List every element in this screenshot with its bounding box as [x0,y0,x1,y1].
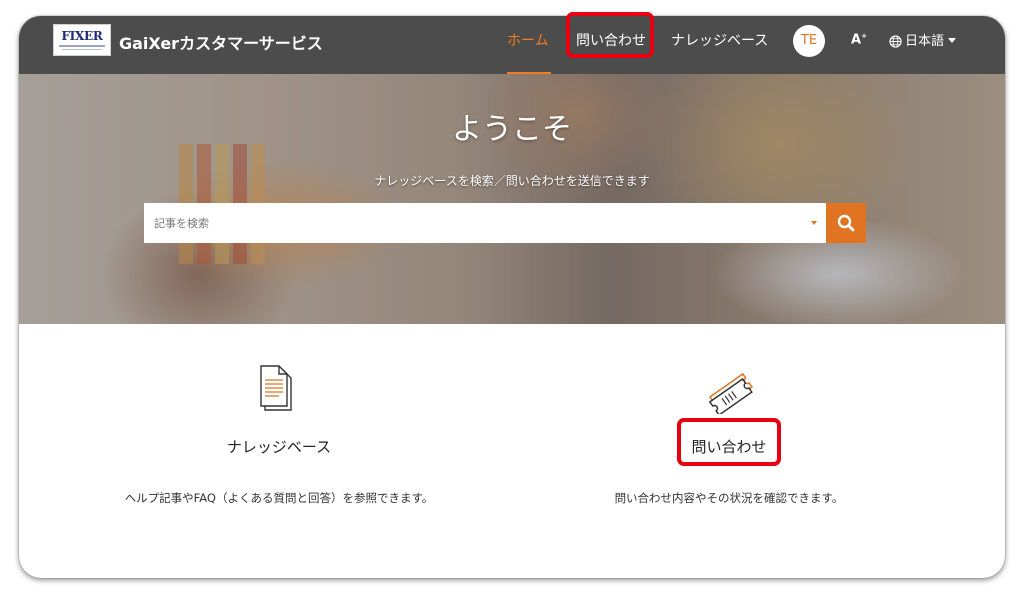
nav-active-indicator [507,72,551,74]
ticket-icon [708,372,754,414]
globe-icon [889,35,902,48]
contact-card-description: 問い合わせ内容やその状況を確認できます。 [614,491,844,505]
hero-title: ようこそ [452,112,572,147]
logo-tagline-line [59,45,105,47]
chevron-down-icon [948,38,957,43]
knowledge-base-card-description: ヘルプ記事やFAQ（よくある質問と回答）を参照できます。 [124,491,434,505]
fixer-logo[interactable]: FIXER [53,24,111,56]
top-navbar: FIXER GaiXerカスタマーサービス ホーム 問い合わせ ナレッジベース … [19,16,1005,74]
logo-text: FIXER [61,29,103,43]
hero-subtitle: ナレッジベースを検索／問い合わせを送信できます [374,174,650,188]
highlight-box-contact-title [677,418,781,466]
hero-banner: ようこそ ナレッジベースを検索／問い合わせを送信できます [19,74,1005,324]
search-filter-dropdown-icon[interactable] [811,221,817,225]
search-input[interactable] [144,203,826,243]
logo-tagline-line [62,49,102,50]
document-icon [260,365,292,411]
user-avatar[interactable]: TE [793,25,825,57]
search-button[interactable] [826,203,866,243]
search-icon [837,214,855,232]
language-label: 日本語 [905,34,945,49]
nav-knowledge-base[interactable]: ナレッジベース [671,30,768,50]
knowledge-base-card-title[interactable]: ナレッジベース [89,436,469,457]
language-selector[interactable]: 日本語 [889,30,957,49]
nav-home[interactable]: ホーム [507,30,549,50]
site-brand-title[interactable]: GaiXerカスタマーサービス [119,30,323,54]
text-size-button[interactable]: A+ [851,32,867,47]
text-size-plus: + [861,32,867,40]
highlight-box-nav-contact [566,12,654,58]
text-size-icon: A [851,32,862,48]
browser-frame: FIXER GaiXerカスタマーサービス ホーム 問い合わせ ナレッジベース … [19,16,1005,578]
